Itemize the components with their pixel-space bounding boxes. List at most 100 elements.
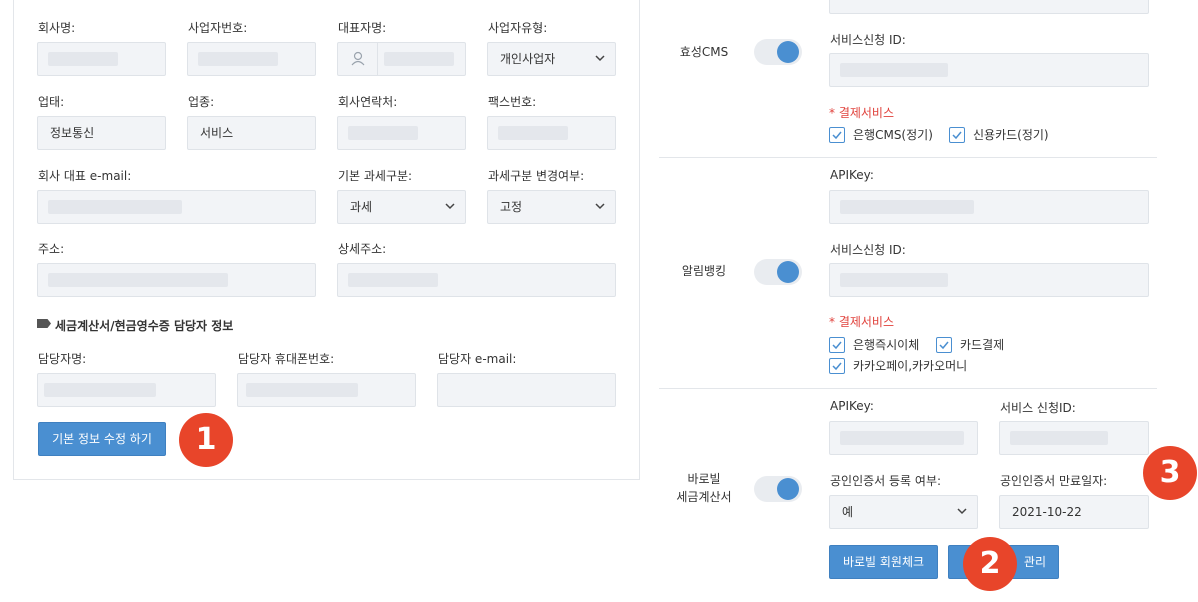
- checkbox-checked-icon: [829, 358, 845, 374]
- step-badge-2: 2: [963, 537, 1017, 591]
- alrim-payment-required-label: * 결제서비스: [829, 315, 895, 329]
- divider: [659, 157, 1157, 158]
- step-badge-3: 3: [1143, 446, 1197, 500]
- address-label: 주소:: [38, 242, 65, 256]
- barobill-apikey-field[interactable]: [829, 421, 978, 455]
- redacted-value: [348, 126, 418, 140]
- redacted-value: [44, 383, 156, 397]
- chevron-down-icon: [445, 203, 455, 210]
- tag-icon: [37, 319, 51, 328]
- ceo-field[interactable]: [337, 42, 466, 76]
- alrim-option-kakaopay[interactable]: 카카오페이,카카오머니: [829, 357, 967, 375]
- redacted-value: [840, 273, 948, 287]
- phone-field[interactable]: [337, 116, 466, 150]
- manager-name-label: 담당자명:: [38, 352, 87, 366]
- option-label: 은행즉시이체: [853, 338, 920, 352]
- alrim-banking-name: 알림뱅킹: [681, 264, 727, 278]
- redacted-value: [348, 273, 438, 287]
- checkbox-checked-icon: [936, 337, 952, 353]
- chevron-down-icon: [595, 55, 605, 62]
- checkbox-checked-icon: [949, 127, 965, 143]
- barobill-member-check-button[interactable]: 바로빌 회원체크: [829, 545, 938, 579]
- alrim-service-id-field[interactable]: [829, 263, 1149, 297]
- redacted-value: [48, 200, 182, 214]
- barobill-service-id-field[interactable]: [999, 421, 1149, 455]
- manager-email-label: 담당자 e-mail:: [438, 352, 517, 366]
- redacted-value: [840, 200, 974, 214]
- step-badge-1: 1: [179, 413, 233, 467]
- tax-value: 과세: [350, 200, 373, 214]
- barobill-cert-expiry-label: 공인인증서 만료일자:: [1000, 474, 1108, 488]
- checkbox-checked-icon: [829, 337, 845, 353]
- alrim-option-bank-transfer[interactable]: 은행즉시이체: [829, 336, 919, 354]
- toggle-knob: [777, 478, 799, 500]
- item-label: 업종:: [188, 95, 215, 109]
- barobill-name: 바로빌 세금계산서: [664, 470, 744, 506]
- barobill-cert-label: 공인인증서 등록 여부:: [830, 474, 942, 488]
- alrim-service-id-label: 서비스신청 ID:: [830, 243, 906, 257]
- taxchange-value: 고정: [500, 200, 523, 214]
- item-field[interactable]: 서비스: [187, 116, 316, 150]
- alrim-apikey-label: APIKey:: [830, 168, 874, 182]
- redacted-value: [1010, 431, 1108, 445]
- manager-mobile-field[interactable]: [237, 373, 416, 407]
- manager-name-field[interactable]: [37, 373, 216, 407]
- category-field[interactable]: 정보통신: [37, 116, 166, 150]
- address-field[interactable]: [37, 263, 316, 297]
- top-partial-field[interactable]: [829, 0, 1149, 14]
- redacted-value: [198, 52, 278, 66]
- barobill-cert-value: 예: [842, 505, 854, 519]
- user-icon: [338, 43, 378, 75]
- toggle-knob: [777, 261, 799, 283]
- hyosung-service-id-label: 서비스신청 ID:: [830, 33, 906, 47]
- barobill-cert-select[interactable]: 예: [829, 495, 978, 529]
- redacted-value: [48, 273, 228, 287]
- divider: [659, 388, 1157, 389]
- redacted-value: [840, 431, 964, 445]
- redacted-value: [384, 52, 454, 66]
- option-label: 카드결제: [960, 338, 1005, 352]
- address-detail-label: 상세주소:: [338, 242, 387, 256]
- biztype-label: 사업자유형:: [488, 21, 548, 35]
- company-name-field[interactable]: [37, 42, 166, 76]
- email-label: 회사 대표 e-mail:: [38, 169, 132, 183]
- option-label: 카카오페이,카카오머니: [853, 359, 968, 373]
- alrim-banking-toggle[interactable]: [754, 259, 802, 285]
- category-label: 업태:: [38, 95, 65, 109]
- hyosung-cms-toggle[interactable]: [754, 39, 802, 65]
- email-field[interactable]: [37, 190, 316, 224]
- save-basic-info-button[interactable]: 기본 정보 수정 하기: [38, 422, 166, 456]
- barobill-toggle[interactable]: [754, 476, 802, 502]
- tax-select[interactable]: 과세: [337, 190, 466, 224]
- barobill-cert-expiry-field[interactable]: 2021-10-22: [999, 495, 1149, 529]
- alrim-option-card-payment[interactable]: 카드결제: [936, 336, 1004, 354]
- barobill-service-id-label: 서비스 신청ID:: [1000, 401, 1076, 415]
- redacted-value: [498, 126, 568, 140]
- manager-section-title: 세금계산서/현금영수증 담당자 정보: [37, 317, 233, 334]
- hyosung-payment-required-label: * 결제서비스: [829, 106, 895, 120]
- biztype-select[interactable]: 개인사업자: [487, 42, 616, 76]
- manager-mobile-label: 담당자 휴대폰번호:: [238, 352, 335, 366]
- hyosung-option-credit-card[interactable]: 신용카드(정기): [949, 126, 1049, 144]
- redacted-value: [246, 383, 358, 397]
- hyosung-service-id-field[interactable]: [829, 53, 1149, 87]
- alrim-apikey-field[interactable]: [829, 190, 1149, 224]
- taxchange-label: 과세구분 변경여부:: [488, 169, 585, 183]
- fax-label: 팩스번호:: [488, 95, 537, 109]
- chevron-down-icon: [595, 203, 605, 210]
- taxchange-select[interactable]: 고정: [487, 190, 616, 224]
- option-label: 은행CMS(정기): [853, 128, 933, 142]
- bizno-label: 사업자번호:: [188, 21, 248, 35]
- barobill-apikey-label: APIKey:: [830, 399, 874, 413]
- biztype-value: 개인사업자: [500, 52, 556, 66]
- barobill-name-line1: 바로빌: [687, 472, 721, 486]
- address-detail-field[interactable]: [337, 263, 616, 297]
- hyosung-option-bank-cms[interactable]: 은행CMS(정기): [829, 126, 933, 144]
- fax-field[interactable]: [487, 116, 616, 150]
- checkbox-checked-icon: [829, 127, 845, 143]
- company-name-label: 회사명:: [38, 21, 76, 35]
- manager-email-field[interactable]: [437, 373, 616, 407]
- bizno-field[interactable]: [187, 42, 316, 76]
- manager-section-title-text: 세금계산서/현금영수증 담당자 정보: [55, 319, 234, 333]
- redacted-value: [48, 52, 118, 66]
